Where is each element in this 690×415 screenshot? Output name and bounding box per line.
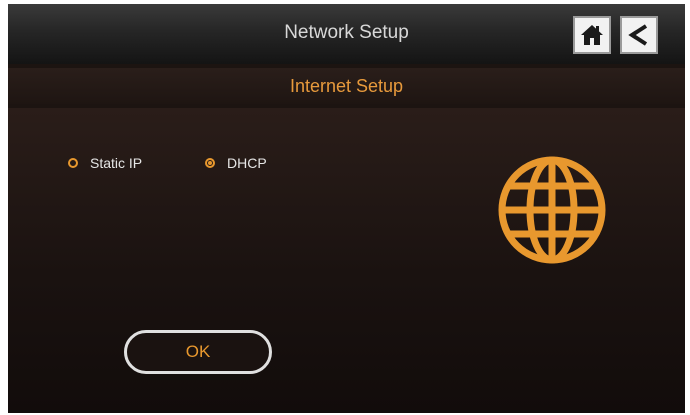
- section-header: Internet Setup: [8, 68, 685, 104]
- home-icon: [581, 25, 603, 45]
- section-title: Internet Setup: [289, 76, 404, 96]
- ok-button[interactable]: OK: [124, 330, 272, 374]
- dhcp-label: DHCP: [227, 155, 267, 171]
- home-button[interactable]: [573, 16, 611, 54]
- back-button[interactable]: [620, 16, 658, 54]
- content-panel: Static IP DHCP OK: [8, 108, 685, 413]
- static-ip-radio[interactable]: [68, 158, 78, 168]
- static-ip-option[interactable]: Static IP: [68, 155, 142, 171]
- static-ip-label: Static IP: [90, 155, 143, 171]
- dhcp-radio[interactable]: [205, 158, 215, 168]
- dhcp-option[interactable]: DHCP: [205, 155, 267, 171]
- globe-icon: [498, 156, 606, 264]
- back-arrow-icon: [628, 24, 648, 46]
- device-screen: Network Setup Internet Setup Static IP D…: [8, 4, 685, 413]
- title-bar: Network Setup: [8, 4, 685, 64]
